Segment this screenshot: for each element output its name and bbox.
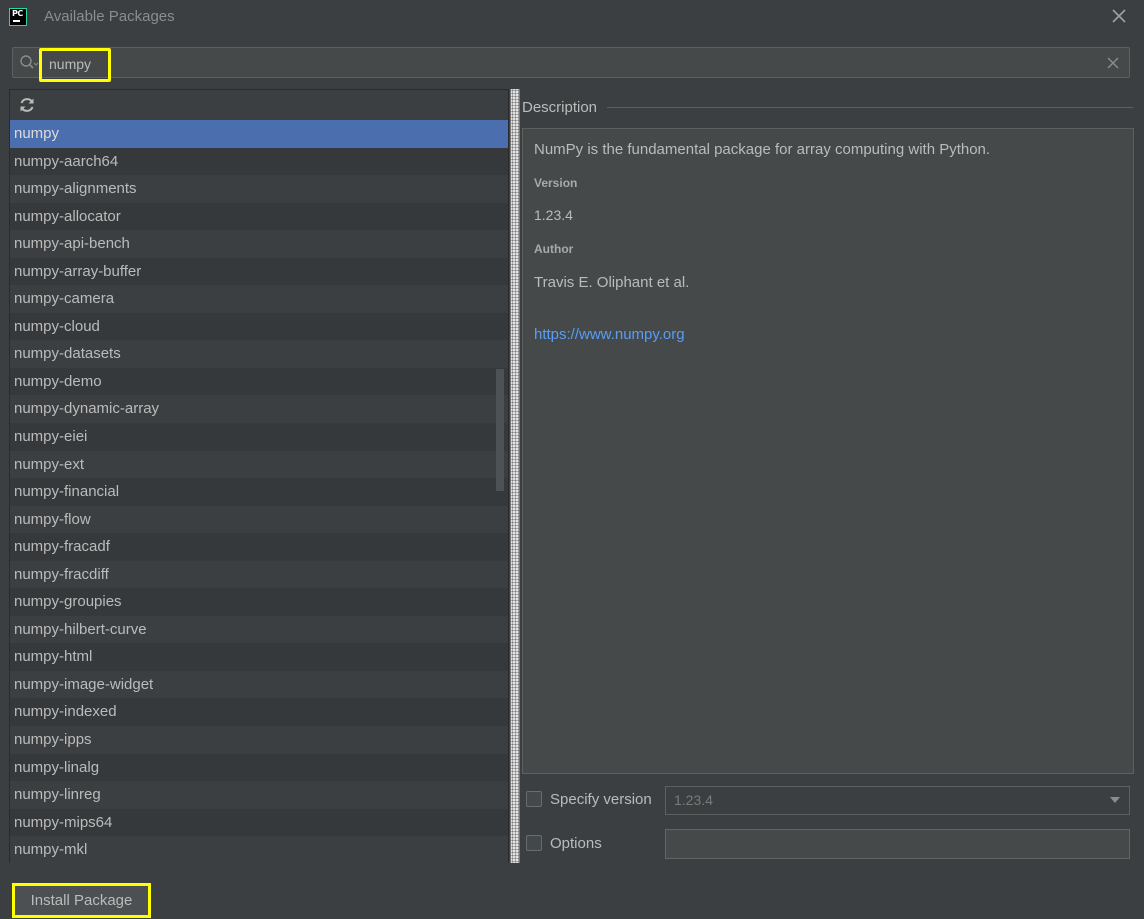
- homepage-link[interactable]: https://www.numpy.org: [534, 326, 685, 343]
- package-list-item[interactable]: numpy-financial: [10, 478, 508, 506]
- list-scrollbar-thumb[interactable]: [496, 369, 504, 491]
- version-value: 1.23.4: [534, 207, 573, 223]
- package-list-item[interactable]: numpy-indexed: [10, 698, 508, 727]
- package-list-item[interactable]: numpy-datasets: [10, 340, 508, 368]
- search-icon[interactable]: [19, 54, 39, 72]
- close-icon[interactable]: [1108, 5, 1130, 27]
- package-list-item[interactable]: numpy-array-buffer: [10, 257, 508, 286]
- clear-search-icon[interactable]: [1105, 55, 1121, 71]
- package-list-item[interactable]: numpy-flow: [10, 505, 508, 534]
- options-label[interactable]: Options: [550, 835, 602, 852]
- description-section-title: Description: [522, 99, 598, 116]
- package-list-item[interactable]: numpy-dynamic-array: [10, 395, 508, 424]
- package-list-item[interactable]: numpy-alignments: [10, 175, 508, 203]
- install-package-button[interactable]: Install Package: [12, 883, 151, 918]
- package-list-item[interactable]: numpy-mkl: [10, 836, 508, 864]
- package-list-item[interactable]: numpy-allocator: [10, 202, 508, 231]
- version-select[interactable]: 1.23.4: [665, 786, 1130, 815]
- package-list-item[interactable]: numpy-groupies: [10, 588, 508, 616]
- window-title: Available Packages: [44, 8, 175, 25]
- package-list-item[interactable]: numpy-ipps: [10, 726, 508, 754]
- package-list-item[interactable]: numpy-camera: [10, 285, 508, 313]
- search-input[interactable]: [49, 54, 1099, 74]
- author-value: Travis E. Oliphant et al.: [534, 274, 690, 291]
- package-list-item[interactable]: numpy-cloud: [10, 312, 508, 341]
- pycharm-logo-icon: PC: [9, 8, 27, 26]
- package-list-item[interactable]: numpy-aarch64: [10, 147, 508, 176]
- package-list-item[interactable]: numpy-image-widget: [10, 670, 508, 699]
- panel-splitter[interactable]: [510, 89, 520, 863]
- chevron-down-icon[interactable]: [1110, 797, 1120, 803]
- package-description: NumPy is the fundamental package for arr…: [534, 141, 991, 158]
- specify-version-checkbox[interactable]: [526, 791, 542, 807]
- description-panel: [522, 128, 1134, 774]
- package-list-item[interactable]: numpy-hilbert-curve: [10, 615, 508, 644]
- package-list-item[interactable]: numpy-ext: [10, 450, 508, 479]
- package-list-item[interactable]: numpy-html: [10, 643, 508, 671]
- section-divider: [607, 107, 1133, 108]
- version-heading: Version: [534, 176, 578, 190]
- refresh-icon[interactable]: [17, 95, 37, 115]
- options-input[interactable]: [665, 829, 1130, 859]
- package-list-item[interactable]: numpy: [10, 120, 508, 148]
- specify-version-label[interactable]: Specify version: [550, 791, 652, 808]
- package-list-item[interactable]: numpy-fracdiff: [10, 560, 508, 589]
- package-list-item[interactable]: numpy-fracadf: [10, 533, 508, 561]
- package-list-item[interactable]: numpy-demo: [10, 367, 508, 396]
- package-list-item[interactable]: numpy-linalg: [10, 753, 508, 782]
- package-list: numpy numpy-aarch64 numpy-alignments numpy-…: [10, 120, 508, 864]
- package-list-item[interactable]: numpy-eiei: [10, 423, 508, 451]
- options-checkbox[interactable]: [526, 835, 542, 851]
- package-list-item[interactable]: numpy-mips64: [10, 808, 508, 837]
- package-list-item[interactable]: numpy-api-bench: [10, 230, 508, 258]
- package-list-item[interactable]: numpy-linreg: [10, 781, 508, 809]
- author-heading: Author: [534, 242, 574, 256]
